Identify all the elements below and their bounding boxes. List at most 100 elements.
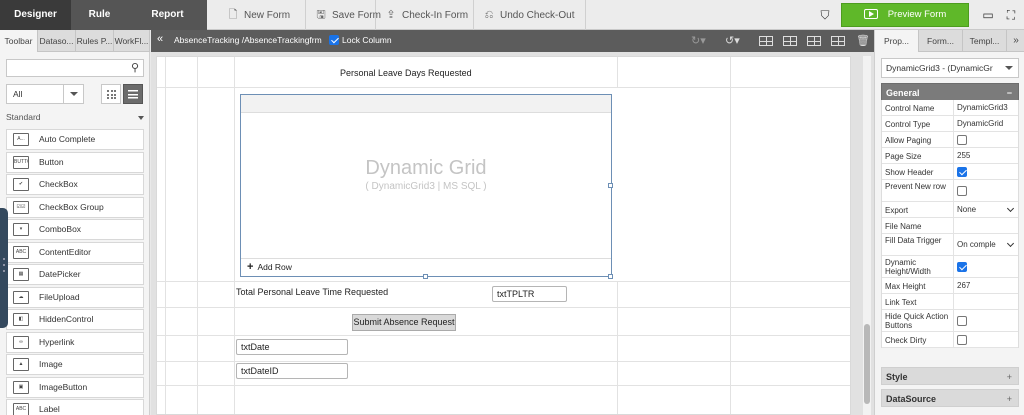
property-value[interactable] bbox=[953, 332, 1017, 347]
tab-form[interactable]: Form... bbox=[919, 30, 963, 52]
tab-designer[interactable]: Designer bbox=[0, 0, 71, 30]
property-name: Max Height bbox=[885, 281, 926, 291]
tool-item-fileupload[interactable]: ☁ FileUpload bbox=[6, 286, 144, 308]
save-form-button[interactable]: 🖫 Save Form bbox=[306, 0, 381, 30]
preview-form-button[interactable]: Preview Form bbox=[841, 3, 969, 27]
tool-item-label[interactable]: ABC Label bbox=[6, 399, 144, 415]
trash-icon[interactable]: 🗑 bbox=[856, 33, 870, 49]
list-view-button[interactable] bbox=[123, 84, 143, 104]
group-style[interactable]: Style + bbox=[881, 367, 1019, 385]
resize-handle-right[interactable] bbox=[608, 183, 613, 188]
tool-item-checkbox-group[interactable]: ☑☑ CheckBox Group bbox=[6, 196, 144, 218]
tool-item-label: Button bbox=[39, 156, 64, 167]
property-value[interactable] bbox=[953, 180, 1017, 201]
property-name: Control Type bbox=[885, 119, 931, 129]
txt-tpltr-field[interactable]: txtTPLTR bbox=[492, 286, 567, 302]
property-value[interactable] bbox=[953, 164, 1017, 179]
tool-item-hyperlink[interactable]: ∞ Hyperlink bbox=[6, 331, 144, 353]
property-checkbox[interactable] bbox=[957, 262, 967, 272]
property-row-export: Export None bbox=[882, 202, 1018, 218]
layout-option-2-icon[interactable] bbox=[783, 33, 797, 49]
check-in-form-label: Check-In Form bbox=[402, 10, 469, 21]
tool-item-button[interactable]: BUTTON Button bbox=[6, 151, 144, 173]
property-name: Dynamic Height/Width bbox=[885, 258, 931, 276]
property-name: Fill Data Trigger bbox=[885, 236, 942, 245]
property-value[interactable]: 267 bbox=[953, 278, 1017, 293]
tool-item-hiddencontrol[interactable]: ◧ HiddenControl bbox=[6, 309, 144, 330]
button-icon: BUTTON bbox=[13, 155, 29, 169]
txt-date-field[interactable]: txtDate bbox=[236, 339, 348, 355]
tab-datasource[interactable]: Dataso... bbox=[38, 30, 76, 52]
tool-item-label: CheckBox bbox=[39, 179, 78, 189]
property-value[interactable]: DynamicGrid3 bbox=[953, 100, 1017, 115]
property-value[interactable] bbox=[953, 310, 1017, 331]
property-checkbox[interactable] bbox=[957, 316, 967, 326]
tool-item-contenteditor[interactable]: ABC ContentEditor bbox=[6, 241, 144, 263]
tab-templates[interactable]: Templ... bbox=[963, 30, 1007, 52]
submit-absence-request-button[interactable]: Submit Absence Request bbox=[352, 314, 456, 331]
property-checkbox[interactable] bbox=[957, 186, 967, 196]
property-value[interactable]: None bbox=[953, 202, 1017, 217]
tab-report[interactable]: Report bbox=[128, 0, 207, 30]
collapse-left-icon[interactable]: « bbox=[157, 33, 163, 45]
property-checkbox[interactable] bbox=[957, 167, 967, 177]
property-value[interactable] bbox=[953, 218, 1017, 233]
property-value[interactable]: DynamicGrid bbox=[953, 116, 1017, 131]
property-value[interactable]: 255 bbox=[953, 148, 1017, 163]
control-selector[interactable]: DynamicGrid3 - (DynamicGr bbox=[881, 58, 1019, 78]
layout-option-1-icon[interactable] bbox=[759, 33, 773, 49]
preview-icon bbox=[863, 9, 878, 20]
property-row-dynamic-height-width: Dynamic Height/Width bbox=[882, 256, 1018, 278]
property-value[interactable]: On comple bbox=[953, 234, 1017, 255]
property-value[interactable] bbox=[953, 294, 1017, 309]
tool-item-datepicker[interactable]: ▦ DatePicker bbox=[6, 264, 144, 285]
canvas-scrollbar[interactable] bbox=[863, 56, 871, 415]
design-canvas: Personal Leave Days Requested Dynamic Gr… bbox=[151, 52, 874, 415]
tool-item-imagebutton[interactable]: ▣ ImageButton bbox=[6, 376, 144, 398]
total-leave-time-label[interactable]: Total Personal Leave Time Requested bbox=[236, 287, 388, 297]
personal-leave-days-label[interactable]: Personal Leave Days Requested bbox=[340, 68, 472, 78]
more-tabs-icon[interactable]: » bbox=[1007, 30, 1024, 52]
grid-view-button[interactable] bbox=[101, 84, 121, 104]
tab-properties[interactable]: Prop... bbox=[875, 30, 919, 52]
property-value[interactable] bbox=[953, 132, 1017, 147]
property-checkbox[interactable] bbox=[957, 135, 967, 145]
tab-workflow[interactable]: WorkFl... bbox=[114, 30, 150, 52]
check-in-form-button[interactable]: ⇪ Check-In Form bbox=[376, 0, 474, 30]
group-general[interactable]: General − bbox=[881, 83, 1019, 101]
search-icon[interactable]: ⚲ bbox=[131, 61, 139, 74]
property-value-text: On comple bbox=[957, 240, 996, 249]
tool-item-label: CheckBox Group bbox=[39, 201, 104, 212]
caret-down-icon bbox=[138, 116, 144, 120]
tab-rules[interactable]: Rules P... bbox=[76, 30, 114, 52]
tool-item-checkbox[interactable]: ✔ CheckBox bbox=[6, 174, 144, 195]
toolbox-filter-select[interactable]: All bbox=[6, 84, 84, 104]
add-row-label: Add Row bbox=[257, 262, 292, 272]
fullscreen-icon[interactable]: ⛶ bbox=[998, 0, 1024, 30]
tool-item-image[interactable]: ▲ Image bbox=[6, 354, 144, 375]
toolbox-section-standard[interactable]: Standard bbox=[6, 112, 144, 126]
tab-toolbar[interactable]: Toolbar bbox=[0, 30, 38, 52]
property-value[interactable] bbox=[953, 256, 1017, 277]
resize-handle-corner[interactable] bbox=[608, 274, 613, 279]
shield-icon[interactable]: ⛉ bbox=[812, 0, 838, 30]
group-datasource[interactable]: DataSource + bbox=[881, 389, 1019, 407]
resize-handle-bottom[interactable] bbox=[423, 274, 428, 279]
property-checkbox[interactable] bbox=[957, 335, 967, 345]
panel-resize-handle[interactable] bbox=[0, 208, 8, 328]
dynamic-grid[interactable]: Dynamic Grid ( DynamicGrid3 | MS SQL ) +… bbox=[240, 94, 612, 277]
txt-date-id-field[interactable]: txtDateID bbox=[236, 363, 348, 379]
lock-column-checkbox[interactable] bbox=[329, 35, 339, 45]
layout-option-3-icon[interactable] bbox=[807, 33, 821, 49]
scrollbar-thumb[interactable] bbox=[864, 324, 870, 404]
tool-item-auto-complete[interactable]: A... Auto Complete bbox=[6, 129, 144, 150]
undo-icon[interactable]: ↺▾ bbox=[725, 33, 740, 49]
undo-check-out-button[interactable]: ⎌ Undo Check-Out bbox=[474, 0, 586, 30]
layout-option-4-icon[interactable] bbox=[831, 33, 845, 49]
toolbox-search-input[interactable]: ⚲ bbox=[6, 59, 144, 77]
tool-item-combobox[interactable]: ▾ ComboBox bbox=[6, 219, 144, 240]
new-form-button[interactable]: 🗋 New Form bbox=[218, 0, 306, 30]
redo-icon[interactable]: ↻▾ bbox=[691, 33, 706, 49]
undo-checkout-icon: ⎌ bbox=[484, 9, 494, 21]
tab-rule[interactable]: Rule bbox=[71, 0, 128, 30]
